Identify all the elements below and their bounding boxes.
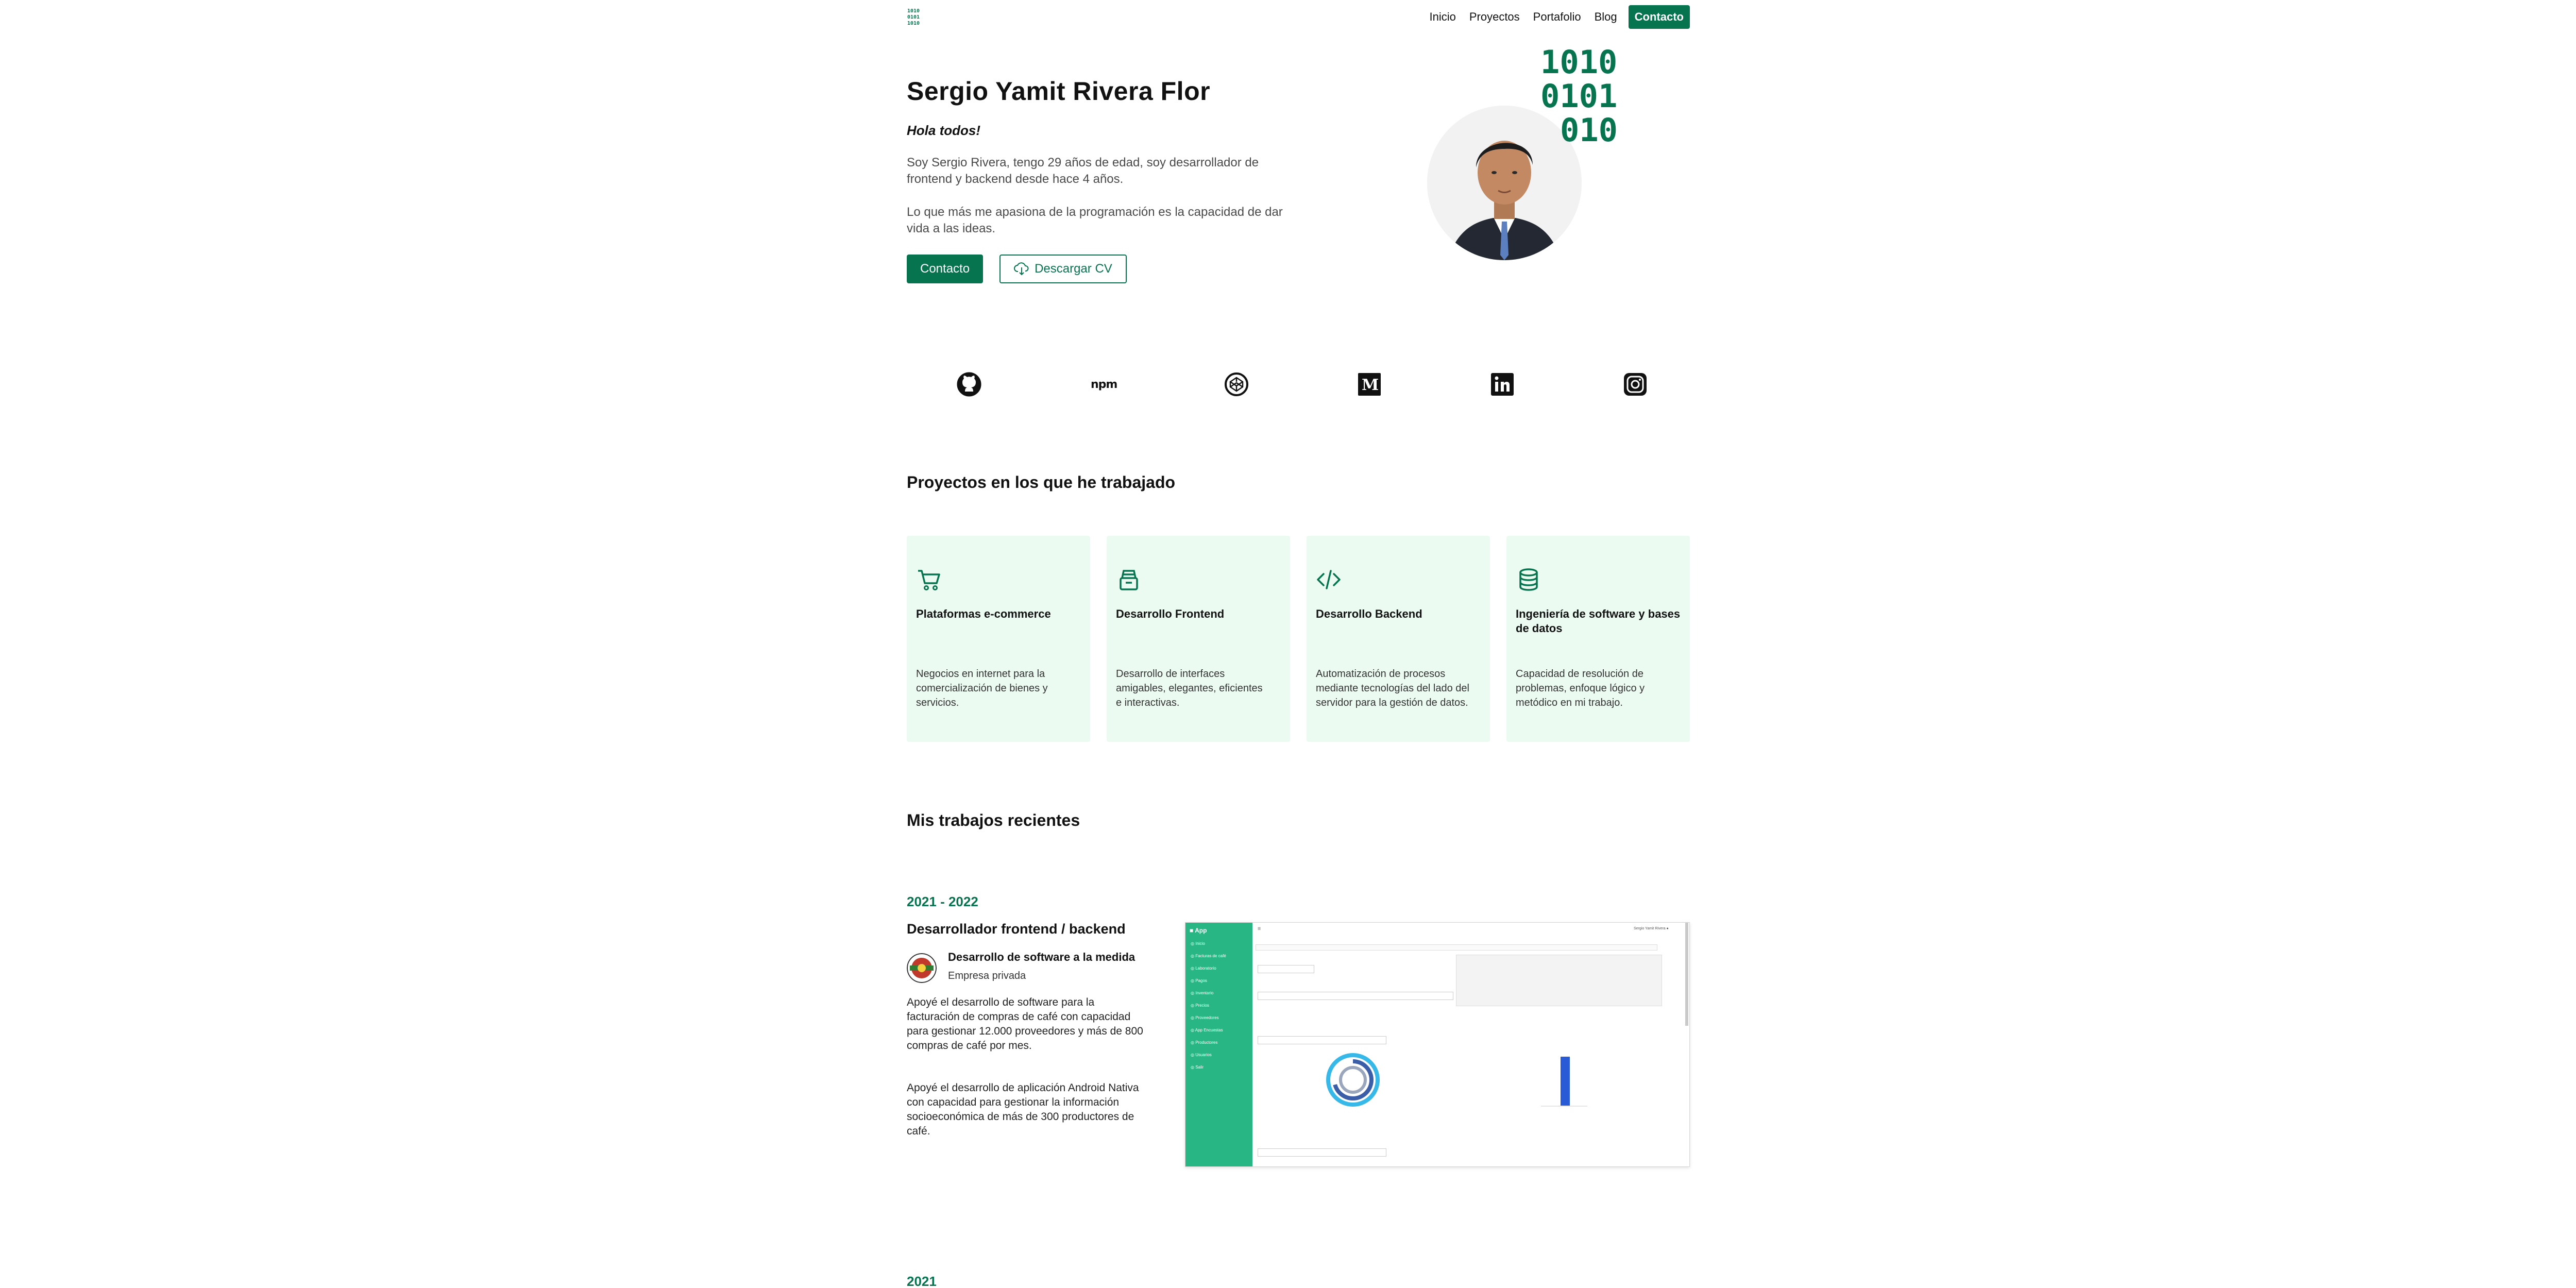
screenshot-sidebar: ■ App ◎ Inicio ◎ Facturas de café ◎ Labo… bbox=[1185, 923, 1252, 1166]
sidebar-item: ◎ App Encuestas bbox=[1191, 1028, 1223, 1032]
screenshot-field bbox=[1258, 1148, 1386, 1157]
project-card-title: Desarrollo Backend bbox=[1316, 607, 1422, 620]
project-card: Desarrollo Backend Automatización de pro… bbox=[1307, 536, 1490, 742]
social-links: npm M bbox=[907, 371, 1690, 402]
linkedin-icon[interactable] bbox=[1489, 371, 1516, 398]
nav-proyectos[interactable]: Proyectos bbox=[1469, 10, 1520, 24]
job-paragraph: Apoyé el desarrollo de aplicación Androi… bbox=[907, 1082, 1139, 1137]
binary-row-3: 010 bbox=[1560, 111, 1618, 149]
screenshot-main: ☰ Sergio Yamit Rivera ● bbox=[1252, 923, 1689, 1166]
project-card-title: Desarrollo Frontend bbox=[1116, 607, 1225, 620]
binary-row-1: 1010 bbox=[1540, 47, 1617, 81]
job-paragraph: Apoyé el desarrollo de software para la … bbox=[907, 996, 1143, 1052]
cloud-download-icon bbox=[1014, 262, 1029, 276]
page-title: Sergio Yamit Rivera Flor bbox=[907, 77, 1211, 106]
svg-text:M: M bbox=[1362, 376, 1379, 394]
sidebar-item: ◎ Salir bbox=[1191, 1065, 1204, 1070]
screenshot-field bbox=[1258, 1036, 1386, 1044]
company-name: Desarrollo de software a la medida bbox=[948, 951, 1136, 963]
svg-text:npm: npm bbox=[1091, 378, 1117, 391]
project-screenshot: ■ App ◎ Inicio ◎ Facturas de café ◎ Labo… bbox=[1185, 922, 1690, 1167]
screenshot-scrollbar bbox=[1685, 923, 1688, 1026]
binary-logo-icon[interactable]: 1010 0101 1010 bbox=[907, 7, 927, 26]
company-type: Empresa privada bbox=[948, 970, 1026, 981]
cart-icon bbox=[918, 570, 940, 590]
projects-title: Proyectos en los que he trabajado bbox=[907, 473, 1176, 492]
sidebar-item: ◎ Usuarios bbox=[1191, 1053, 1212, 1057]
screenshot-field bbox=[1258, 992, 1453, 1000]
binary-decoration: 1010 0101 010 bbox=[1540, 47, 1618, 149]
svg-text:1010: 1010 bbox=[907, 8, 920, 14]
project-card-desc: Desarrollo de interfaces amigables, eleg… bbox=[1116, 668, 1263, 708]
codepen-icon[interactable] bbox=[1223, 371, 1250, 398]
project-card: Plataformas e-commerce Negocios en inter… bbox=[907, 536, 1090, 742]
page: 1010 0101 1010 Inicio Proyectos Portafol… bbox=[907, 0, 1690, 1288]
work-title: Mis trabajos recientes bbox=[907, 811, 1080, 829]
nav-inicio[interactable]: Inicio bbox=[1429, 10, 1455, 24]
database-icon bbox=[1519, 568, 1538, 591]
screenshot-field bbox=[1258, 965, 1314, 973]
sidebar-item: ◎ Inicio bbox=[1191, 941, 1205, 946]
svg-text:0101: 0101 bbox=[907, 14, 920, 20]
contact-button[interactable]: Contacto bbox=[907, 255, 984, 283]
screenshot-donut-chart bbox=[1326, 1053, 1380, 1107]
instagram-icon[interactable] bbox=[1622, 371, 1649, 398]
nav-contact-button[interactable]: Contacto bbox=[1628, 5, 1690, 29]
sidebar-item: ◎ Facturas de café bbox=[1191, 954, 1226, 958]
archive-icon bbox=[1120, 570, 1138, 590]
medium-icon[interactable]: M bbox=[1356, 371, 1383, 398]
job-years: 2021 bbox=[907, 1274, 937, 1288]
svg-text:1010: 1010 bbox=[907, 21, 920, 26]
menu-icon: ☰ bbox=[1258, 927, 1261, 931]
app-logo: ■ App bbox=[1190, 927, 1207, 934]
job-role: Desarrollador frontend / backend bbox=[907, 921, 1126, 937]
hero-actions: Contacto Descargar CV bbox=[907, 255, 1127, 283]
nav-portafolio[interactable]: Portafolio bbox=[1533, 10, 1581, 24]
npm-icon[interactable]: npm bbox=[1090, 371, 1126, 398]
header: 1010 0101 1010 Inicio Proyectos Portafol… bbox=[907, 5, 1690, 29]
greeting: Hola todos! bbox=[907, 123, 980, 138]
nav-blog[interactable]: Blog bbox=[1595, 10, 1617, 24]
sidebar-item: ◎ Proveedores bbox=[1191, 1015, 1219, 1020]
project-card: Ingeniería de software y bases de datos … bbox=[1506, 536, 1690, 742]
github-icon[interactable] bbox=[956, 371, 982, 398]
passion-paragraph: Lo que más me apasiona de la programació… bbox=[907, 205, 1283, 235]
project-card-title: Ingeniería de software y bases de datos bbox=[1516, 607, 1681, 635]
screenshot-breadcrumb bbox=[1256, 944, 1657, 951]
code-icon bbox=[1317, 570, 1341, 589]
user-name: Sergio Yamit Rivera ● bbox=[1634, 927, 1669, 930]
project-card-desc: Automatización de procesos mediante tecn… bbox=[1316, 668, 1469, 708]
project-card: Desarrollo Frontend Desarrollo de interf… bbox=[1107, 536, 1290, 742]
intro-paragraph: Soy Sergio Rivera, tengo 29 años de edad… bbox=[907, 156, 1259, 186]
company-logo bbox=[907, 953, 937, 983]
project-card-desc: Capacidad de resolución de problemas, en… bbox=[1516, 668, 1645, 708]
sidebar-item: ◎ Laboratorio bbox=[1191, 966, 1216, 971]
sidebar-item: ◎ Inventario bbox=[1191, 991, 1214, 995]
project-cards: Plataformas e-commerce Negocios en inter… bbox=[907, 536, 1690, 742]
main-nav: Inicio Proyectos Portafolio Blog Contact… bbox=[1416, 5, 1690, 29]
binary-row-2: 0101 bbox=[1540, 77, 1617, 115]
download-cv-label: Descargar CV bbox=[1035, 262, 1112, 276]
project-card-title: Plataformas e-commerce bbox=[916, 607, 1051, 620]
sidebar-item: ◎ Pagos bbox=[1191, 978, 1207, 983]
job-years: 2021 - 2022 bbox=[907, 894, 978, 909]
screenshot-info-box bbox=[1456, 955, 1662, 1006]
screenshot-bar-chart bbox=[1541, 1057, 1587, 1107]
download-cv-button[interactable]: Descargar CV bbox=[999, 255, 1127, 283]
sidebar-item: ◎ Productores bbox=[1191, 1040, 1218, 1045]
project-card-desc: Negocios en internet para la comercializ… bbox=[916, 668, 1048, 708]
sidebar-item: ◎ Precios bbox=[1191, 1003, 1209, 1008]
